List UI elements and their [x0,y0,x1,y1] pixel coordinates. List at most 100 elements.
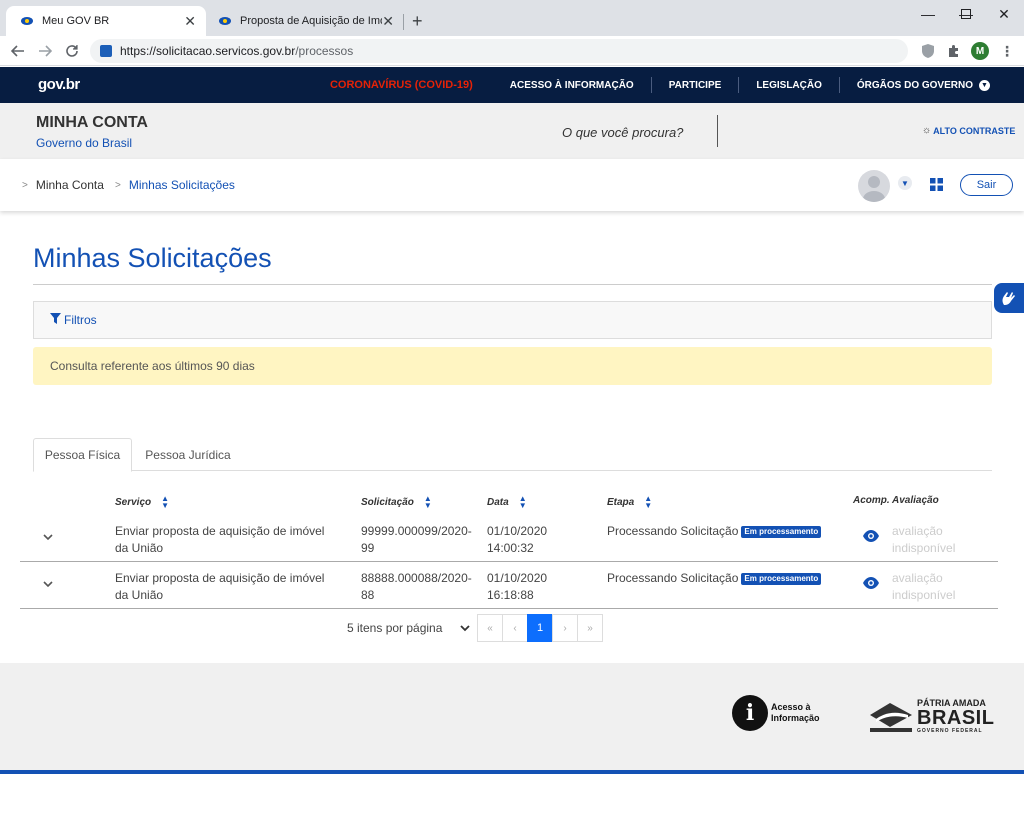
person-type-tabs: Pessoa Física Pessoa Jurídica [33,438,992,472]
chevron-right-icon: > [22,179,28,191]
page-1-button[interactable]: 1 [527,614,553,642]
govbr-nav: CORONAVÍRUS (COVID-19) ACESSO À INFORMAÇ… [313,67,990,103]
link-legislacao[interactable]: LEGISLAÇÃO [739,77,840,93]
etapa-label: Processando Solicitação [607,524,739,538]
sort-icon[interactable]: ▲ ▼ [519,495,527,510]
new-tab-icon[interactable]: + [412,11,423,32]
govbr-logo[interactable]: gov.br [38,76,80,93]
extensions-puzzle-icon[interactable] [944,41,964,61]
items-per-page-select[interactable]: 5 itens por página [340,621,470,635]
prev-page-button[interactable]: ‹ [502,614,528,642]
user-menu-chevron-icon[interactable]: ▼ [898,176,912,190]
title-divider [33,284,992,285]
tab-separator [403,14,404,30]
eye-icon[interactable] [863,576,879,590]
cell-data: 01/10/2020 14:00:32 [487,523,547,557]
link-covid[interactable]: CORONAVÍRUS (COVID-19) [313,77,493,93]
solicitacao-line-1: 88888.000088/2020- [361,571,472,585]
breadcrumb-item-minha-conta[interactable]: > Minha Conta [22,178,104,192]
shield-extension-icon[interactable] [918,41,938,61]
maximize-icon[interactable] [946,0,986,28]
browser-menu-icon[interactable]: ⋮ [997,41,1017,61]
url-host: https://solicitacao.servicos.gov.br [120,44,296,58]
eye-icon[interactable] [863,529,879,543]
avaliacao-line-1: avaliação [892,524,943,538]
back-arrow-icon[interactable] [8,41,28,61]
reload-icon[interactable] [62,41,82,61]
column-header-acomp: Acomp. [853,495,890,506]
user-avatar[interactable] [858,170,890,202]
column-label: Acomp. [853,495,890,506]
logout-button[interactable]: Sair [960,174,1013,196]
expand-chevron-icon[interactable] [42,531,54,543]
solicitacao-line-2: 99 [361,541,375,555]
search-input[interactable]: O que você procura? [562,125,683,140]
breadcrumb-label: Minha Conta [35,178,104,192]
address-bar[interactable]: https://solicitacao.servicos.gov.br/proc… [90,39,908,63]
sort-icon[interactable]: ▲ ▼ [424,495,432,510]
link-acesso-informacao[interactable]: ACESSO À INFORMAÇÃO [493,77,652,93]
breadcrumb-item-minhas-solicitacoes: > Minhas Solicitações [115,178,235,192]
pagination: 5 itens por página « ‹ 1 › » [340,614,603,642]
cell-solicitacao: 99999.000099/2020- 99 [361,523,472,557]
table-row: Enviar proposta de aquisição de imóvel d… [20,515,998,562]
date-value: 01/10/2020 [487,524,548,538]
profile-initial: M [971,42,989,60]
info-icon: i [732,695,768,731]
avaliacao-line-2: indisponível [892,588,956,602]
chevron-down-icon [460,621,470,635]
browser-tab-proposta[interactable]: Proposta de Aquisição de Imóvel ✕ [204,6,404,36]
browser-toolbar: https://solicitacao.servicos.gov.br/proc… [0,36,1024,66]
column-header-servico[interactable]: Serviço ▲ ▼ [115,495,169,510]
site-info-icon[interactable] [100,45,112,57]
browser-tabstrip: Meu GOV BR ✕ Proposta de Aquisição de Im… [0,0,1024,36]
brasil-flag-mark-icon [870,703,912,732]
link-orgaos-governo[interactable]: ÓRGÃOS DO GOVERNO ▼ [840,77,990,93]
next-page-button[interactable]: › [552,614,578,642]
vlibras-hands-icon[interactable] [994,283,1024,313]
column-header-etapa[interactable]: Etapa ▲ ▼ [607,495,652,510]
cell-etapa: Processando Solicitação Em processamento [607,570,822,587]
forward-arrow-icon[interactable] [35,41,55,61]
close-window-icon[interactable]: ✕ [984,0,1024,28]
chevron-down-icon: ▼ [979,79,990,91]
time-value: 16:18:88 [487,588,534,602]
status-badge: Em processamento [741,526,822,538]
close-tab-icon[interactable]: ✕ [382,13,394,30]
column-label: Data [487,496,509,508]
browser-tab-meu-gov[interactable]: Meu GOV BR ✕ [6,6,206,36]
high-contrast-button[interactable]: ☼ ALTO CONTRASTE [922,125,1015,136]
column-header-solicitacao[interactable]: Solicitação ▲ ▼ [361,495,432,510]
servico-line-2: da União [115,541,164,555]
tab-pessoa-juridica[interactable]: Pessoa Jurídica [133,438,243,472]
time-value: 14:00:32 [487,541,534,555]
filters-toggle[interactable]: Filtros [33,301,992,339]
breadcrumb-bar: > Minha Conta > Minhas Solicitações ▼ Sa… [0,159,1024,211]
etapa-label: Processando Solicitação [607,571,739,585]
breadcrumb-label: Minhas Solicitações [128,178,235,192]
sort-icon[interactable]: ▲ ▼ [161,495,169,510]
cell-data: 01/10/2020 16:18:88 [487,570,547,604]
link-participe[interactable]: PARTICIPE [652,77,740,93]
servico-line-1: Enviar proposta de aquisição de imóvel [115,571,325,585]
expand-chevron-icon[interactable] [42,578,54,590]
tab-pessoa-fisica[interactable]: Pessoa Física [33,438,132,472]
last-page-button[interactable]: » [577,614,603,642]
column-header-data[interactable]: Data ▲ ▼ [487,495,527,510]
sort-icon[interactable]: ▲ ▼ [644,495,652,510]
patria-text: PÁTRIA AMADA BRASIL GOVERNO FEDERAL [917,698,994,734]
date-value: 01/10/2020 [487,571,548,585]
solicitacao-line-2: 88 [361,588,375,602]
cell-avaliacao: avaliação indisponível [892,570,955,604]
contrast-sun-icon: ☼ [922,125,932,136]
apps-grid-icon[interactable] [930,178,943,191]
site-subtitle[interactable]: Governo do Brasil [36,136,132,150]
first-page-button[interactable]: « [477,614,503,642]
minimize-icon[interactable]: — [908,0,948,28]
profile-avatar[interactable]: M [970,41,990,61]
tab-title: Proposta de Aquisição de Imóvel [240,15,382,27]
site-title[interactable]: MINHA CONTA [36,114,148,132]
acesso-informacao-logo[interactable]: i Acesso à Informação [732,695,820,731]
orgaos-label: ÓRGÃOS DO GOVERNO [856,79,973,91]
close-tab-icon[interactable]: ✕ [184,13,196,30]
